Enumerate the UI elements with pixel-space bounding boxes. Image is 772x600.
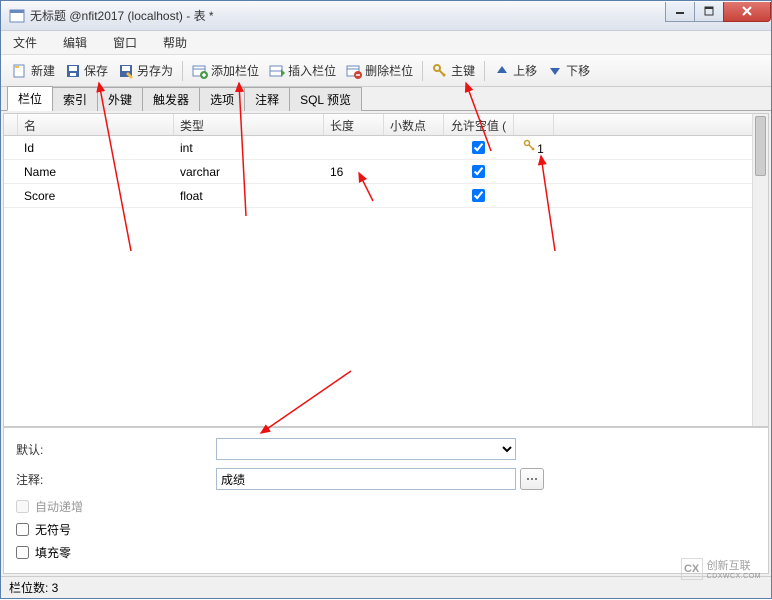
grid-header: 名 类型 长度 小数点 允许空值 (	[4, 114, 768, 136]
watermark: CX 创新互联 CDXWCX.COM	[681, 557, 761, 580]
toolbar-separator	[484, 61, 485, 81]
save-as-button[interactable]: 另存为	[113, 59, 178, 82]
auto-increment-label: 自动递增	[35, 498, 83, 515]
insert-field-button[interactable]: 插入栏位	[264, 59, 341, 82]
cell-key[interactable]	[514, 193, 554, 199]
allow-null-checkbox[interactable]	[472, 165, 485, 178]
zerofill-label: 填充零	[35, 544, 71, 561]
tab-indexes[interactable]: 索引	[52, 87, 98, 111]
table-row[interactable]: Scorefloat	[4, 184, 768, 208]
menu-help[interactable]: 帮助	[159, 32, 191, 53]
grid-header-name[interactable]: 名	[18, 114, 174, 135]
tab-foreign-keys[interactable]: 外键	[97, 87, 143, 111]
allow-null-checkbox[interactable]	[472, 189, 485, 202]
comment-more-button[interactable]	[520, 468, 544, 490]
unsigned-row: 无符号	[16, 521, 756, 538]
statusbar: 栏位数: 3	[1, 576, 771, 598]
auto-increment-checkbox	[16, 500, 29, 513]
tab-sql-preview[interactable]: SQL 预览	[289, 87, 362, 111]
add-field-button[interactable]: 添加栏位	[187, 59, 264, 82]
delete-field-icon	[346, 63, 362, 79]
menubar: 文件 编辑 窗口 帮助	[1, 31, 771, 55]
tab-triggers[interactable]: 触发器	[142, 87, 200, 111]
grid-header-allow-null[interactable]: 允许空值 (	[444, 114, 514, 135]
comment-input[interactable]	[216, 468, 516, 490]
maximize-button[interactable]	[694, 2, 724, 22]
close-button[interactable]	[723, 2, 771, 22]
add-field-icon	[192, 63, 208, 79]
save-icon	[65, 63, 81, 79]
unsigned-checkbox[interactable]	[16, 523, 29, 536]
save-as-icon	[118, 63, 134, 79]
grid-header-key[interactable]	[514, 114, 554, 135]
menu-window[interactable]: 窗口	[109, 32, 141, 53]
unsigned-label: 无符号	[35, 521, 71, 538]
move-down-button[interactable]: 下移	[542, 59, 595, 82]
zerofill-row: 填充零	[16, 544, 756, 561]
grid-header-edit	[4, 114, 18, 135]
comment-label: 注释:	[16, 471, 216, 488]
tab-options[interactable]: 选项	[199, 87, 245, 111]
watermark-logo-icon: CX	[681, 558, 703, 580]
grid-header-type[interactable]: 类型	[174, 114, 324, 135]
insert-field-icon	[269, 63, 285, 79]
cell-type[interactable]: varchar	[174, 162, 324, 182]
cell-length[interactable]	[324, 145, 384, 151]
grid-header-length[interactable]: 长度	[324, 114, 384, 135]
save-button[interactable]: 保存	[60, 59, 113, 82]
toolbar-separator	[422, 61, 423, 81]
cell-decimals[interactable]	[384, 193, 444, 199]
cell-length[interactable]	[324, 193, 384, 199]
field-properties: 默认: 注释: 自动递增 无符号 填充零	[4, 426, 768, 573]
field-count: 栏位数: 3	[9, 579, 58, 596]
minimize-button[interactable]	[665, 2, 695, 22]
zerofill-checkbox[interactable]	[16, 546, 29, 559]
scrollbar-thumb[interactable]	[755, 116, 766, 176]
new-icon	[12, 63, 28, 79]
titlebar: 无标题 @nfit2017 (localhost) - 表 *	[1, 1, 771, 31]
row-edit-marker	[4, 145, 18, 151]
row-edit-marker	[4, 169, 18, 175]
grid-header-decimals[interactable]: 小数点	[384, 114, 444, 135]
cell-type[interactable]: float	[174, 186, 324, 206]
menu-file[interactable]: 文件	[9, 32, 41, 53]
table-row[interactable]: Namevarchar16	[4, 160, 768, 184]
cell-allow-null[interactable]	[444, 186, 514, 205]
app-icon	[9, 8, 25, 24]
arrow-up-icon	[494, 63, 510, 79]
fields-grid[interactable]: 名 类型 长度 小数点 允许空值 ( Idint1Namevarchar16Sc…	[4, 114, 768, 426]
tab-bar: 栏位 索引 外键 触发器 选项 注释 SQL 预览	[1, 87, 771, 111]
auto-increment-row: 自动递增	[16, 498, 756, 515]
cell-name[interactable]: Id	[18, 138, 174, 158]
vertical-scrollbar[interactable]	[752, 114, 768, 426]
cell-key[interactable]: 1	[514, 136, 554, 159]
allow-null-checkbox[interactable]	[472, 141, 485, 154]
cell-name[interactable]: Name	[18, 162, 174, 182]
window-title: 无标题 @nfit2017 (localhost) - 表 *	[30, 7, 666, 24]
primary-key-button[interactable]: 主键	[427, 59, 480, 82]
cell-decimals[interactable]	[384, 169, 444, 175]
row-edit-marker	[4, 186, 18, 206]
key-icon	[432, 63, 448, 79]
arrow-down-icon	[547, 63, 563, 79]
delete-field-button[interactable]: 删除栏位	[341, 59, 418, 82]
cell-name[interactable]: Score	[18, 186, 174, 206]
cell-allow-null[interactable]	[444, 138, 514, 157]
toolbar-separator	[182, 61, 183, 81]
default-select[interactable]	[216, 438, 516, 460]
cell-decimals[interactable]	[384, 145, 444, 151]
cell-key[interactable]	[514, 169, 554, 175]
move-up-button[interactable]: 上移	[489, 59, 542, 82]
cell-allow-null[interactable]	[444, 162, 514, 181]
default-label: 默认:	[16, 441, 216, 458]
cell-length[interactable]: 16	[324, 162, 384, 182]
toolbar: 新建 保存 另存为 添加栏位 插入栏位 删除栏位 主键 上移 下移	[1, 55, 771, 87]
tab-fields[interactable]: 栏位	[7, 86, 53, 111]
table-row[interactable]: Idint 1	[4, 136, 768, 160]
new-button[interactable]: 新建	[7, 59, 60, 82]
cell-type[interactable]: int	[174, 138, 324, 158]
menu-edit[interactable]: 编辑	[59, 32, 91, 53]
tab-comment[interactable]: 注释	[244, 87, 290, 111]
primary-key-icon	[523, 142, 537, 156]
